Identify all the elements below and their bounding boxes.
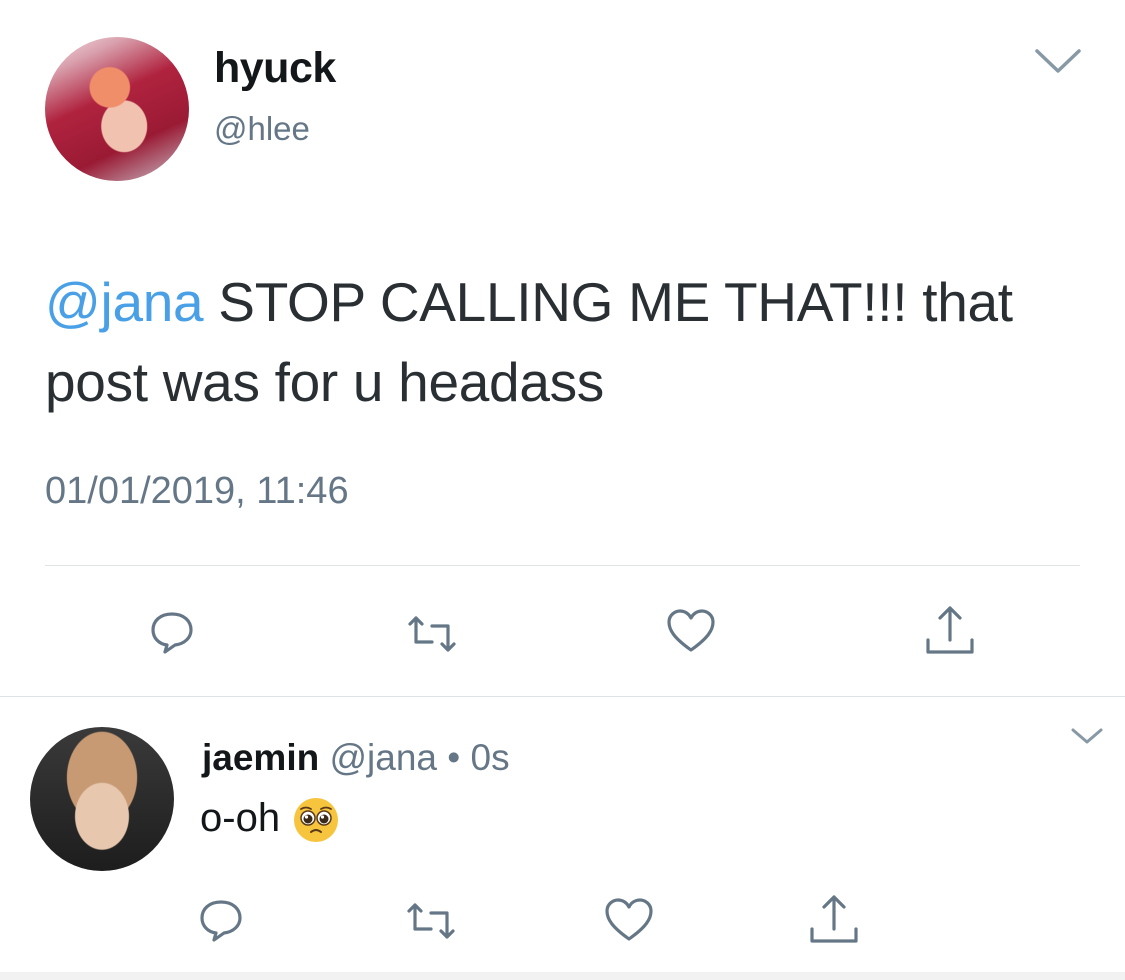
retweet-icon[interactable]: [404, 614, 460, 654]
separator: •: [437, 737, 471, 778]
like-icon[interactable]: [666, 608, 716, 654]
reply-handle[interactable]: @jana: [319, 737, 438, 778]
main-timestamp: 01/01/2019, 11:46: [45, 470, 349, 512]
reply-time: 0s: [470, 737, 510, 778]
reply-display-name[interactable]: jaemin: [202, 737, 319, 778]
mention-link[interactable]: @jana: [45, 271, 204, 333]
reply-icon[interactable]: [148, 608, 196, 656]
bottom-edge: [0, 972, 1125, 980]
chevron-down-icon[interactable]: [1070, 727, 1104, 747]
reply-header: jaemin @jana • 0s: [202, 737, 510, 779]
divider: [45, 565, 1080, 566]
reply-icon[interactable]: [197, 896, 245, 944]
retweet-icon[interactable]: [403, 901, 459, 941]
divider: [0, 696, 1125, 697]
reply-handle-text[interactable]: @jana: [330, 737, 438, 778]
pleading-face-emoji: [292, 796, 340, 844]
jaemin-avatar[interactable]: [30, 727, 174, 871]
share-icon[interactable]: [924, 604, 976, 656]
main-tweet-text: @jana STOP CALLING ME THAT!!! that post …: [45, 262, 1085, 422]
hyuck-avatar[interactable]: [45, 37, 189, 181]
main-handle[interactable]: @hlee: [214, 110, 310, 148]
share-icon[interactable]: [808, 893, 860, 945]
reply-text: o-oh: [200, 796, 340, 844]
main-display-name[interactable]: hyuck: [214, 44, 336, 93]
chevron-down-icon[interactable]: [1033, 46, 1083, 76]
reply-body: o-oh: [200, 796, 281, 840]
like-icon[interactable]: [604, 897, 654, 943]
